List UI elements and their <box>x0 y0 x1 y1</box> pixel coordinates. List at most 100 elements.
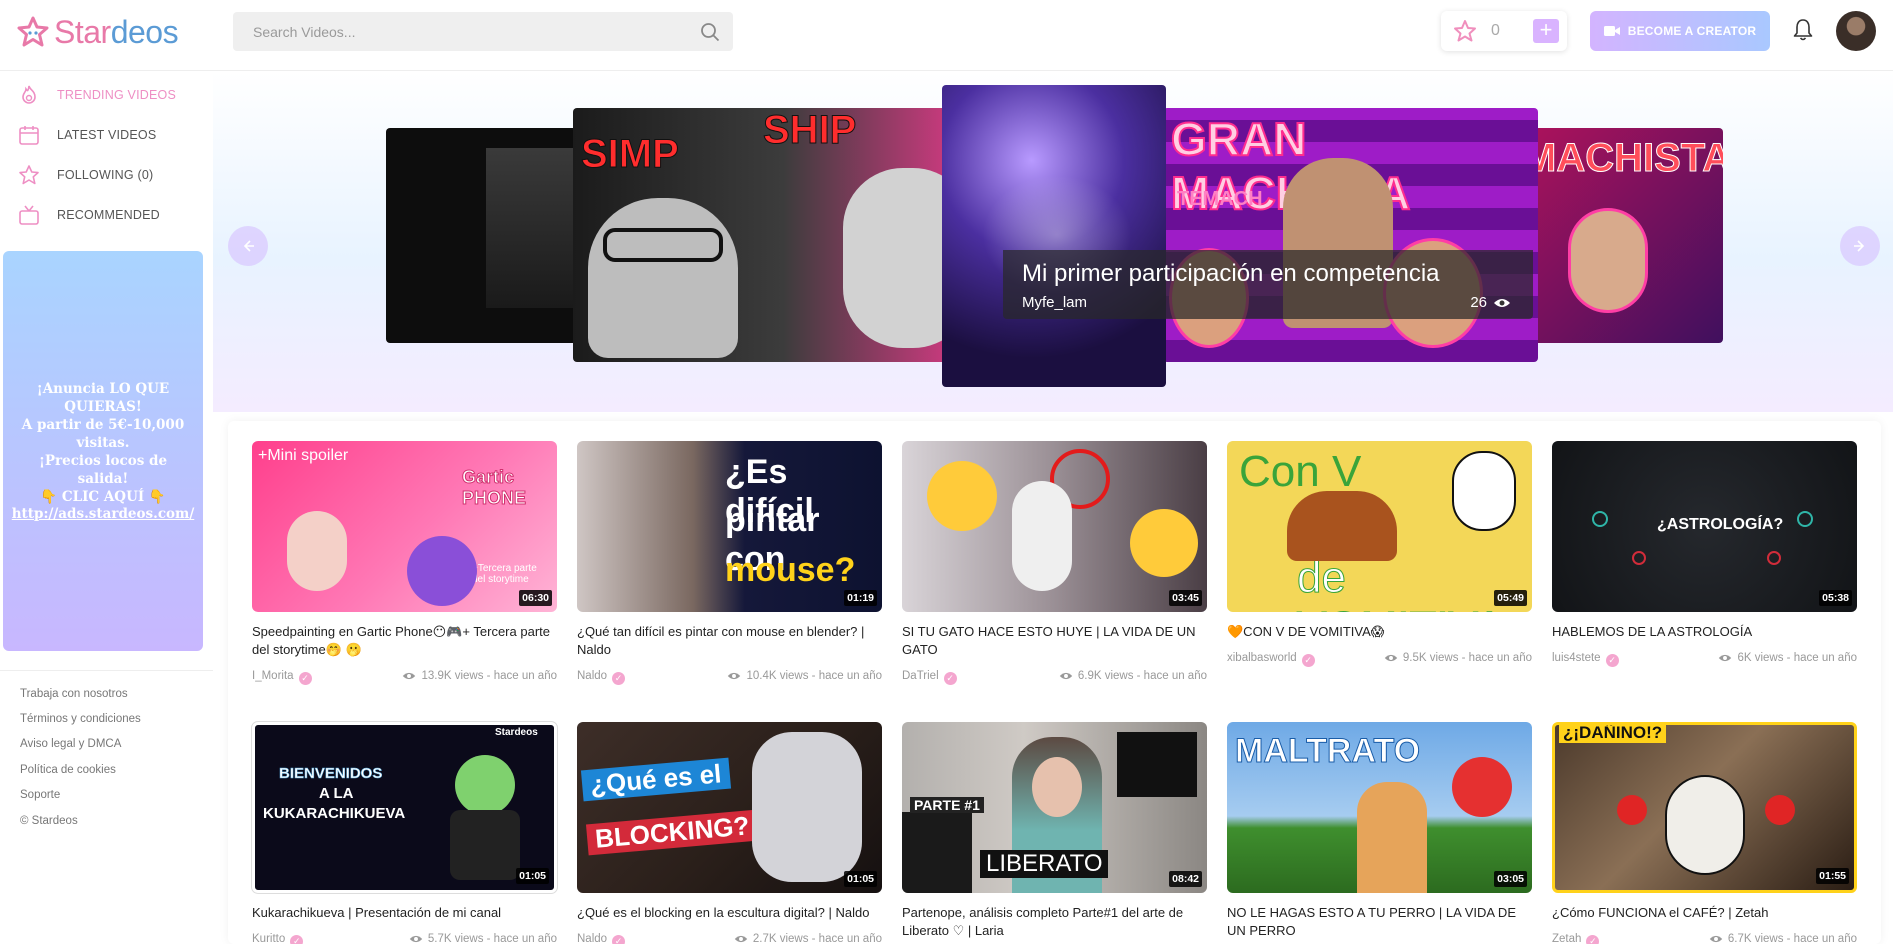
thumb-text: BIENVENIDOS <box>279 765 383 783</box>
views-text: 13.9K views - hace un año <box>421 670 557 682</box>
slide-channel[interactable]: Myfe_lam <box>1022 294 1087 311</box>
notification-bell-icon[interactable] <box>1792 18 1814 42</box>
video-title[interactable]: 🧡CON V DE VOMITIVA😱 <box>1227 623 1532 641</box>
ad-text: A partir de 5€-10,000 <box>21 417 185 433</box>
video-title[interactable]: NO LE HAGAS ESTO A TU PERRO | LA VIDA DE… <box>1227 904 1532 940</box>
thumb-text: ¿Qué es el <box>580 757 731 802</box>
thumb-text: BLOCKING? <box>585 809 759 856</box>
ad-text: 👇 CLIC AQUÍ 👇 <box>40 489 166 505</box>
video-thumbnail[interactable]: PARTE #1 LIBERATO 08:42 <box>902 722 1207 893</box>
video-thumbnail[interactable]: 03:45 <box>902 441 1207 612</box>
video-views: 6.7K views - hace un año <box>1709 933 1857 944</box>
video-thumbnail[interactable]: Con V de VOMITIVA 05:49 <box>1227 441 1532 612</box>
video-thumbnail[interactable]: ¿ASTROLOGÍA? 05:38 <box>1552 441 1857 612</box>
carousel-slide[interactable]: GRAN MACHISTA TEMACH <box>1163 108 1538 362</box>
video-channel[interactable]: luis4stete ✓ <box>1552 652 1619 667</box>
video-title[interactable]: Speedpainting en Gartic Phone😶🎮+ Tercera… <box>252 623 557 659</box>
footer-link-support[interactable]: Soporte <box>20 789 60 801</box>
sidebar-item-trending[interactable]: TRENDING VIDEOS <box>0 75 213 115</box>
video-thumbnail[interactable]: ¿¡DAÑINO!? 01:55 <box>1552 722 1857 893</box>
stardeos-logo[interactable]: Stardeos <box>16 12 179 52</box>
video-thumbnail[interactable]: +Mini spoiler Gartic PHONE +Tercera part… <box>252 441 557 612</box>
channel-name: xibalbasworld <box>1227 652 1297 664</box>
carousel-slide[interactable] <box>386 128 586 343</box>
video-duration: 08:42 <box>1169 871 1202 887</box>
thumb-text: +Tercera parte del storytime <box>472 563 537 585</box>
thumb-text: PARTE #1 <box>910 797 984 813</box>
carousel-slide-active[interactable] <box>942 85 1166 387</box>
advertisement-banner[interactable]: ¡Anuncia LO QUE QUIERAS! A partir de 5€-… <box>3 251 203 651</box>
video-channel[interactable]: Naldo ✓ <box>577 670 626 685</box>
video-title[interactable]: ¿Cómo FUNCIONA el CAFÉ? | Zetah <box>1552 904 1857 922</box>
search-button[interactable] <box>687 12 733 51</box>
video-views: 13.9K views - hace un año <box>402 670 557 682</box>
video-thumbnail[interactable]: ¿Qué es el BLOCKING? 01:05 <box>577 722 882 893</box>
camera-icon <box>1603 26 1620 36</box>
eye-icon <box>1494 298 1510 307</box>
video-thumbnail[interactable]: MALTRATO 03:05 <box>1227 722 1532 893</box>
thumb-text: ¿¡DAÑINO!? <box>1559 725 1667 743</box>
search-input[interactable] <box>233 12 687 51</box>
sidebar-divider <box>0 670 213 671</box>
ad-link[interactable]: http://ads.stardeos.com/ <box>12 506 195 522</box>
verified-icon: ✓ <box>298 672 312 685</box>
add-stars-button[interactable]: + <box>1533 19 1559 43</box>
video-channel[interactable]: Naldo ✓ <box>577 933 626 944</box>
video-title[interactable]: ¿Qué es el blocking en la escultura digi… <box>577 904 882 922</box>
video-views: 5.7K views - hace un año <box>409 933 557 944</box>
become-creator-button[interactable]: BECOME A CREATOR <box>1590 11 1770 51</box>
video-views: 2.7K views - hace un año <box>734 933 882 944</box>
carousel-next-button[interactable] <box>1840 226 1880 266</box>
video-meta: xibalbasworld ✓ 9.5K views - hace un año <box>1227 652 1532 668</box>
slide-views-count: 26 <box>1470 294 1487 311</box>
footer-link-jobs[interactable]: Trabaja con nosotros <box>20 688 128 700</box>
user-avatar[interactable] <box>1836 11 1876 51</box>
footer-link-terms[interactable]: Términos y condiciones <box>20 713 141 725</box>
thumb-text: Con V <box>1239 447 1362 496</box>
video-meta: Zetah ✓ 6.7K views - hace un año <box>1552 933 1857 944</box>
verified-icon: ✓ <box>1586 935 1600 944</box>
views-text: 10.4K views - hace un año <box>746 670 882 682</box>
views-text: 6.7K views - hace un año <box>1727 933 1857 944</box>
footer-link-cookies[interactable]: Política de cookies <box>20 764 116 776</box>
video-thumbnail[interactable]: BIENVENIDOS A LA KUKARACHIKUEVA Stardeos… <box>252 722 557 893</box>
slide-text: SIMP <box>581 132 680 177</box>
eye-icon <box>1719 654 1732 662</box>
sidebar-item-latest[interactable]: LATEST VIDEOS <box>0 115 213 155</box>
sidebar: TRENDING VIDEOS LATEST VIDEOS FOLLOWING … <box>0 72 213 944</box>
carousel-slide[interactable]: SIMP SHIP <box>573 108 993 362</box>
video-title[interactable]: Kukarachikueva | Presentación de mi cana… <box>252 904 557 922</box>
stars-balance: 0 + <box>1441 11 1567 51</box>
channel-name: luis4stete <box>1552 652 1601 664</box>
footer-link-legal[interactable]: Aviso legal y DMCA <box>20 738 121 750</box>
sidebar-item-recommended[interactable]: RECOMMENDED <box>0 195 213 235</box>
video-title[interactable]: HABLEMOS DE LA ASTROLOGÍA <box>1552 623 1857 641</box>
video-channel[interactable]: I_Morita ✓ <box>252 670 312 685</box>
video-channel[interactable]: DaTriel ✓ <box>902 670 957 685</box>
video-title[interactable]: ¿Qué tan difícil es pintar con mouse en … <box>577 623 882 659</box>
video-channel[interactable]: Zetah ✓ <box>1552 933 1600 944</box>
verified-icon: ✓ <box>943 672 957 685</box>
video-views: 6K views - hace un año <box>1718 652 1857 664</box>
video-title[interactable]: SI TU GATO HACE ESTO HUYE | LA VIDA DE U… <box>902 623 1207 659</box>
sidebar-item-following[interactable]: FOLLOWING (0) <box>0 155 213 195</box>
slide-text: TEMACH <box>1177 188 1263 210</box>
video-duration: 05:38 <box>1819 590 1852 606</box>
views-text: 5.7K views - hace un año <box>427 933 557 944</box>
video-meta: Naldo ✓ 2.7K views - hace un año <box>577 933 882 944</box>
carousel-caption[interactable]: Mi primer participación en competencia M… <box>1003 250 1533 319</box>
stars-count: 0 <box>1491 22 1500 39</box>
featured-carousel: MACHISTA SIMP SHIP GRAN MACHISTA TEMACH … <box>213 72 1893 412</box>
video-channel[interactable]: xibalbasworld ✓ <box>1227 652 1315 667</box>
slide-title: Mi primer participación en competencia <box>1022 260 1440 287</box>
video-duration: 01:55 <box>1816 868 1849 884</box>
thumb-text: +Mini spoiler <box>258 447 349 464</box>
carousel-slide[interactable]: MACHISTA <box>1513 128 1723 343</box>
video-title[interactable]: Partenope, análisis completo Parte#1 del… <box>902 904 1207 940</box>
thumb-text: KUKARACHIKUEVA <box>263 805 406 822</box>
carousel-prev-button[interactable] <box>228 226 268 266</box>
video-thumbnail[interactable]: ¿Es difícil pintar con mouse? 01:19 <box>577 441 882 612</box>
ad-text: QUIERAS! <box>64 399 142 415</box>
views-text: 6.9K views - hace un año <box>1077 670 1207 682</box>
video-channel[interactable]: Kuritto ✓ <box>252 933 304 944</box>
